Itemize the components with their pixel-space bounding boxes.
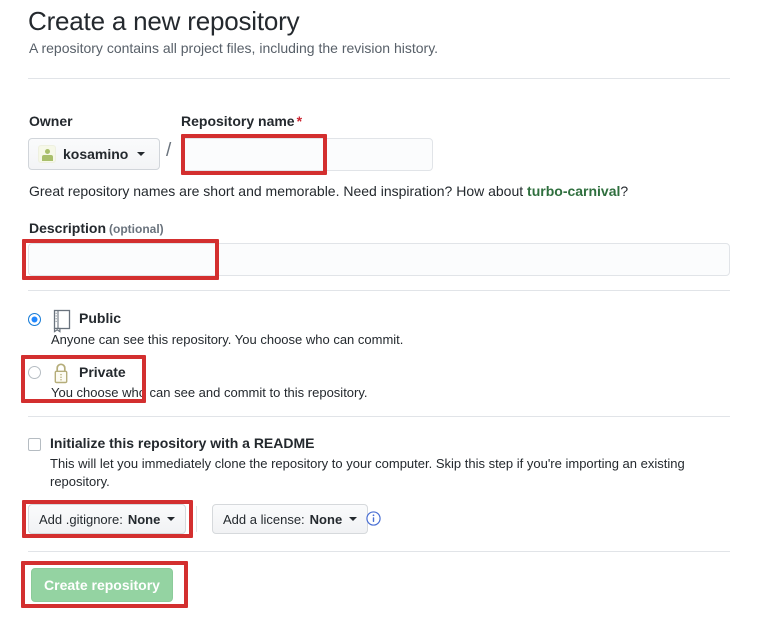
visibility-option-public-description: Anyone can see this repository. You choo… [51, 332, 404, 347]
readme-checkbox[interactable] [28, 438, 41, 451]
repository-name-input[interactable] [181, 138, 433, 171]
readme-title: Initialize this repository with a README [50, 435, 315, 451]
repository-name-label: Repository name * [181, 113, 302, 129]
repository-name-label-text: Repository name [181, 113, 295, 129]
description-label-text: Description [29, 220, 107, 236]
create-repository-page: Create a new repository A repository con… [0, 0, 769, 622]
description-label: Description (optional) [29, 220, 164, 236]
divider-submit [28, 551, 730, 552]
license-dropdown[interactable]: Add a license: None [212, 504, 369, 534]
user-avatar-icon [38, 145, 56, 163]
create-repository-button[interactable]: Create repository [31, 568, 173, 602]
gitignore-label: Add .gitignore: [39, 511, 123, 527]
lock-icon [54, 363, 68, 384]
description-optional-note: (optional) [109, 222, 164, 236]
book-icon [53, 309, 71, 333]
owner-label: Owner [29, 113, 73, 129]
readme-description: This will let you immediately clone the … [50, 456, 685, 489]
hint-suffix: ? [620, 183, 629, 199]
visibility-option-private-title: Private [79, 364, 126, 380]
license-label: Add a license: [223, 511, 305, 527]
owner-dropdown[interactable]: kosamino [28, 138, 160, 170]
page-title: Create a new repository [28, 6, 300, 36]
divider-header [28, 78, 730, 79]
gitignore-dropdown[interactable]: Add .gitignore: None [28, 504, 187, 534]
page-subtitle: A repository contains all project files,… [29, 40, 439, 56]
license-value: None [309, 511, 343, 527]
description-input[interactable] [28, 243, 730, 276]
divider-visibility [28, 290, 730, 291]
info-circle-icon[interactable] [366, 511, 381, 526]
dropdown-separator [196, 506, 197, 532]
gitignore-value: None [127, 511, 161, 527]
hint-prefix: Great repository names are short and mem… [29, 183, 528, 199]
radio-public[interactable] [28, 313, 41, 326]
chevron-down-icon [167, 517, 176, 521]
chevron-down-icon [349, 517, 358, 521]
repository-name-suggestion[interactable]: turbo-carnival [527, 183, 620, 199]
divider-initialize [28, 416, 730, 417]
visibility-option-private-description: You choose who can see and commit to thi… [51, 385, 368, 400]
visibility-option-public-title: Public [79, 310, 122, 326]
owner-name: kosamino [63, 146, 129, 162]
repository-name-hint: Great repository names are short and mem… [29, 182, 628, 200]
owner-name-separator: / [166, 140, 172, 161]
radio-private[interactable] [28, 366, 41, 379]
required-asterisk: * [296, 113, 303, 129]
chevron-down-icon [137, 152, 146, 156]
